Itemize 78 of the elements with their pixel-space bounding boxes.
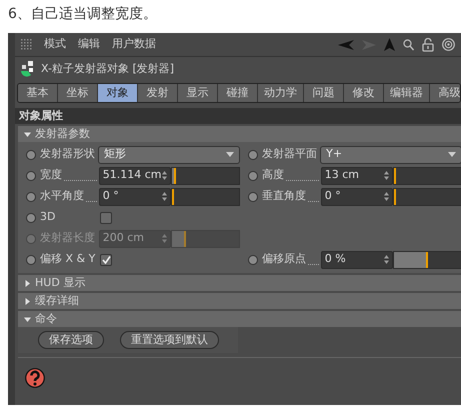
param-label: 水平角度 [40, 188, 84, 204]
number-field[interactable]: 0 ° [320, 188, 394, 206]
check-icon [102, 256, 110, 264]
slider-fill[interactable] [172, 168, 176, 184]
menu-item[interactable]: 模式 [44, 36, 66, 53]
target-icon[interactable] [442, 38, 455, 51]
field-value: 0 % [324, 251, 346, 268]
param-label: 垂直角度 [262, 188, 306, 204]
number-field[interactable]: 51.114 cm [98, 166, 172, 184]
animation-dot[interactable] [26, 150, 36, 160]
tab[interactable]: 对象 [98, 84, 138, 102]
collapse-triangle-icon[interactable] [24, 316, 31, 322]
field-value: 13 cm [324, 167, 360, 184]
menu-item[interactable]: 编辑 [78, 36, 100, 53]
animation-dot[interactable] [248, 170, 258, 180]
animation-dot[interactable] [26, 212, 36, 222]
group-header[interactable]: 缓存详细 [18, 293, 461, 309]
animation-dot[interactable] [248, 254, 258, 264]
number-field[interactable]: 0 % [320, 250, 394, 268]
animation-dot[interactable] [248, 150, 258, 160]
slider-fill[interactable] [394, 252, 428, 268]
animation-dot[interactable] [26, 254, 36, 264]
field-value: 0 ° [324, 188, 341, 204]
dropdown[interactable]: Y+ [320, 146, 461, 164]
param-label: 偏移原点 [262, 251, 306, 268]
section-title: 对象属性 [15, 108, 461, 124]
spinner-icon[interactable] [384, 171, 390, 180]
caret-icon [448, 152, 456, 157]
number-field[interactable]: 13 cm [320, 166, 394, 184]
slider-fill[interactable] [394, 168, 396, 184]
field-value: 51.114 cm [102, 167, 162, 184]
expand-triangle-icon[interactable] [24, 280, 31, 286]
object-title: X-粒子发射器对象 [发射器] [41, 60, 174, 77]
group-header[interactable]: 命令 [18, 311, 461, 327]
collapse-triangle-icon[interactable] [24, 130, 31, 138]
search-icon[interactable] [403, 38, 414, 50]
menu-item[interactable]: 用户数据 [112, 36, 156, 53]
param-label: 发射器长度 [40, 230, 95, 246]
animation-dot[interactable] [26, 192, 36, 202]
up-arrow-icon[interactable] [384, 38, 395, 51]
group-title: 缓存详细 [35, 293, 79, 309]
spinner-icon[interactable] [384, 255, 390, 264]
checkbox[interactable] [100, 212, 112, 224]
param-label: 高度 [262, 167, 284, 184]
group-header[interactable]: 发射器参数 [18, 126, 461, 142]
back-arrow-icon[interactable] [338, 40, 354, 50]
slider-fill[interactable] [172, 188, 174, 204]
expand-triangle-icon[interactable] [24, 298, 31, 304]
animation-dot[interactable] [26, 170, 36, 180]
param-label: 宽度 [40, 167, 62, 184]
spinner-icon[interactable] [162, 192, 168, 201]
field-value: 0 ° [102, 188, 119, 204]
number-field[interactable]: 0 ° [98, 188, 172, 206]
slider-fill[interactable] [394, 188, 396, 204]
checkbox[interactable] [100, 254, 112, 266]
help-icon[interactable] [25, 368, 45, 388]
param-label: 发射器形状 [40, 146, 95, 162]
caption-text: 6、自己适当调整宽度。 [7, 5, 158, 24]
tab[interactable]: 基本 [18, 84, 58, 102]
spinner-icon[interactable] [384, 192, 390, 201]
lock-icon[interactable] [422, 38, 434, 52]
caret-icon [226, 152, 234, 157]
grip-icon[interactable] [21, 39, 32, 50]
group-title: HUD 显示 [35, 275, 86, 291]
group-header[interactable]: HUD 显示 [18, 275, 461, 291]
spinner-icon[interactable] [162, 171, 168, 180]
field-value: 200 cm [102, 230, 144, 246]
group-title: 命令 [35, 311, 57, 327]
animation-dot[interactable] [248, 192, 258, 202]
group-title: 发射器参数 [35, 126, 90, 142]
param-label: 发射器平面 [262, 146, 317, 162]
dropdown-value: Y+ [326, 146, 342, 162]
command-button[interactable]: 重置选项到默认 [120, 331, 219, 349]
dropdown[interactable]: 矩形 [98, 146, 240, 164]
dropdown-value: 矩形 [104, 146, 126, 162]
param-label: 3D [40, 209, 56, 226]
param-label: 偏移 X & Y [40, 251, 96, 268]
command-button[interactable]: 保存选项 [38, 331, 104, 349]
